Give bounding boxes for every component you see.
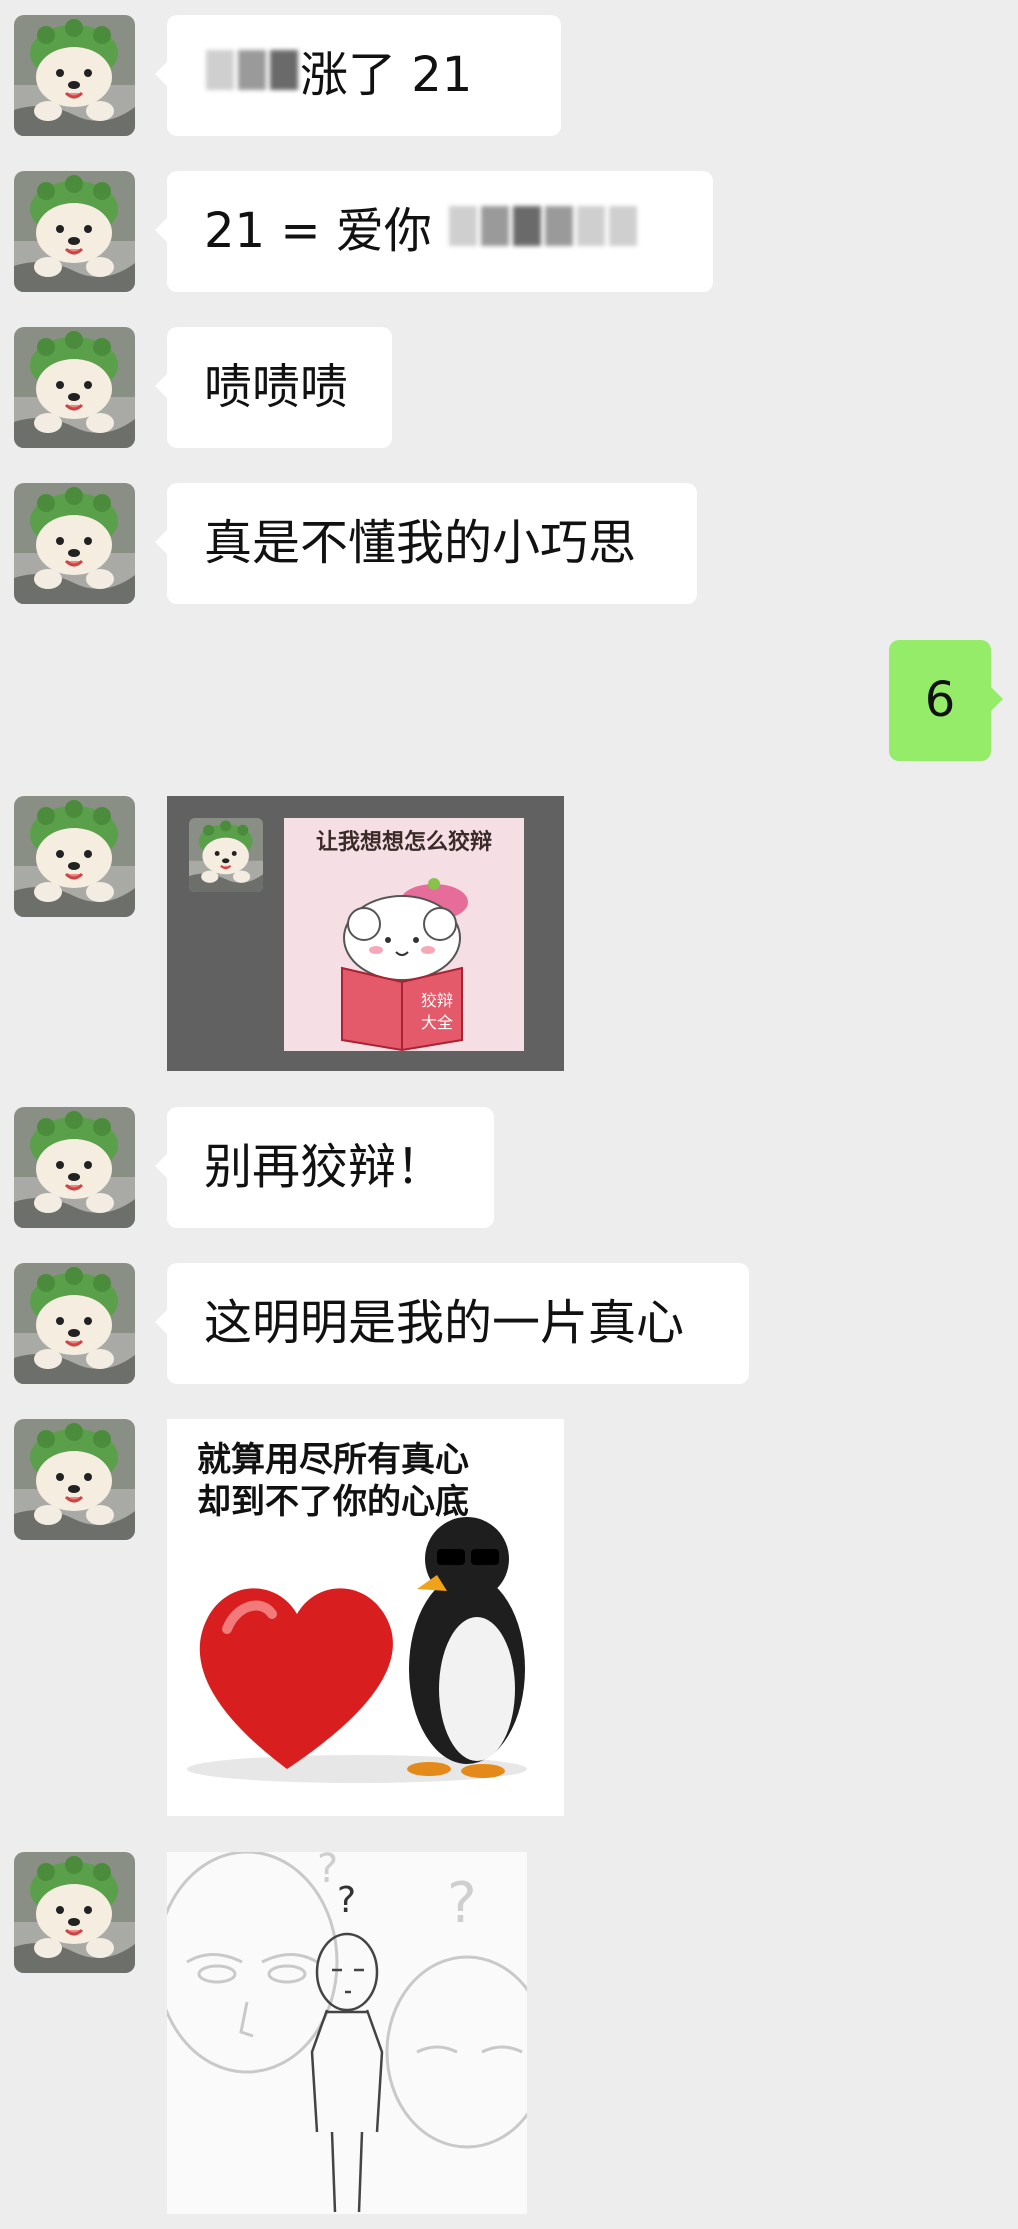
friend-avatar[interactable]: [14, 1263, 135, 1384]
message-bubble-outgoing[interactable]: 6: [889, 640, 1003, 761]
friend-avatar[interactable]: [14, 15, 135, 136]
message-text: 6: [924, 672, 956, 728]
message-bubble[interactable]: 真是不懂我的小巧思: [155, 483, 697, 604]
heart-penguin-illustration: [187, 1517, 527, 1783]
message-bubble[interactable]: 涨了 21: [155, 14, 561, 136]
sticker-image: 让我想想怎么狡辩 狡辩 大全: [284, 818, 524, 1051]
sticker-message[interactable]: ? ? ?: [167, 1852, 527, 2214]
friend-avatar[interactable]: [14, 1419, 135, 1540]
sticker-message[interactable]: 让我想想怎么狡辩 狡辩 大全: [167, 796, 564, 1071]
confused-faces-sketch: ? ? ?: [167, 1852, 527, 2213]
message-text: 啧啧啧: [204, 359, 349, 415]
friend-avatar[interactable]: [14, 796, 135, 917]
friend-avatar[interactable]: [14, 171, 135, 292]
message-bubble[interactable]: 这明明是我的一片真心: [155, 1263, 749, 1384]
friend-avatar[interactable]: [14, 327, 135, 448]
sticker-message[interactable]: 就算用尽所有真心 却到不了你的心底: [167, 1419, 564, 1816]
message-bubble[interactable]: 别再狡辩！: [155, 1107, 494, 1228]
sticker-mini-avatar: [189, 818, 263, 892]
svg-text:?: ?: [317, 1852, 338, 1892]
message-text: 21 = 爱你: [204, 203, 432, 259]
message-bubble[interactable]: 21 = 爱你: [155, 170, 713, 292]
redacted-text: [447, 170, 639, 291]
friend-avatar[interactable]: [14, 1107, 135, 1228]
message-text: 真是不懂我的小巧思: [204, 515, 637, 571]
redacted-text: [204, 14, 300, 135]
message-text: 这明明是我的一片真心: [204, 1295, 685, 1351]
message-text: 涨了 21: [300, 47, 473, 103]
svg-text:?: ?: [337, 1880, 356, 1921]
book-title: 狡辩 大全: [420, 991, 453, 1032]
message-bubble[interactable]: 啧啧啧: [155, 327, 392, 448]
message-text: 别再狡辩！: [204, 1139, 445, 1195]
friend-avatar[interactable]: [14, 483, 135, 604]
friend-avatar[interactable]: [14, 1852, 135, 1973]
svg-text:?: ?: [447, 1871, 477, 1936]
